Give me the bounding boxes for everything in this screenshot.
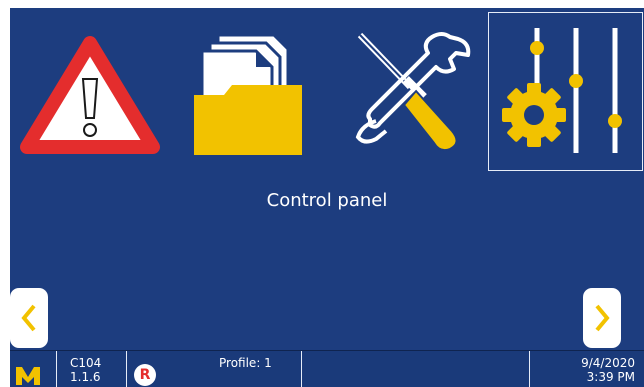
message-cell: [301, 351, 530, 387]
screen: Control panel C104 1.1.6 R Profile: 1 9/…: [10, 8, 644, 387]
chevron-right-icon: [595, 304, 610, 332]
device-cell: C104 1.1.6: [56, 351, 127, 387]
remote-badge: R: [134, 364, 156, 386]
status-bar: C104 1.1.6 R Profile: 1 9/4/2020 3:39 PM: [10, 350, 644, 387]
screwdriver-wrench-icon: [355, 32, 471, 152]
folder-documents-icon: [194, 33, 302, 155]
device-id: C104: [70, 356, 102, 370]
files-tile[interactable]: [180, 13, 330, 170]
warning-triangle-icon: [20, 36, 160, 154]
tools-tile[interactable]: [340, 13, 490, 170]
logo-cell: [10, 351, 57, 387]
chevron-left-icon: [21, 304, 36, 332]
logo: [16, 367, 40, 385]
control-panel-tile[interactable]: [488, 12, 643, 171]
version: 1.1.6: [70, 370, 101, 384]
gear-sliders-icon: [502, 28, 622, 153]
date: 9/4/2020: [581, 356, 635, 370]
menu-caption: Control panel: [266, 190, 388, 211]
time: 3:39 PM: [586, 370, 635, 384]
alarms-tile[interactable]: [15, 13, 165, 170]
prev-button[interactable]: [10, 288, 48, 348]
profile-cell: R Profile: 1: [126, 351, 302, 387]
next-button[interactable]: [583, 288, 621, 348]
profile-label: Profile: 1: [219, 356, 272, 370]
datetime-cell: 9/4/2020 3:39 PM: [529, 351, 644, 387]
